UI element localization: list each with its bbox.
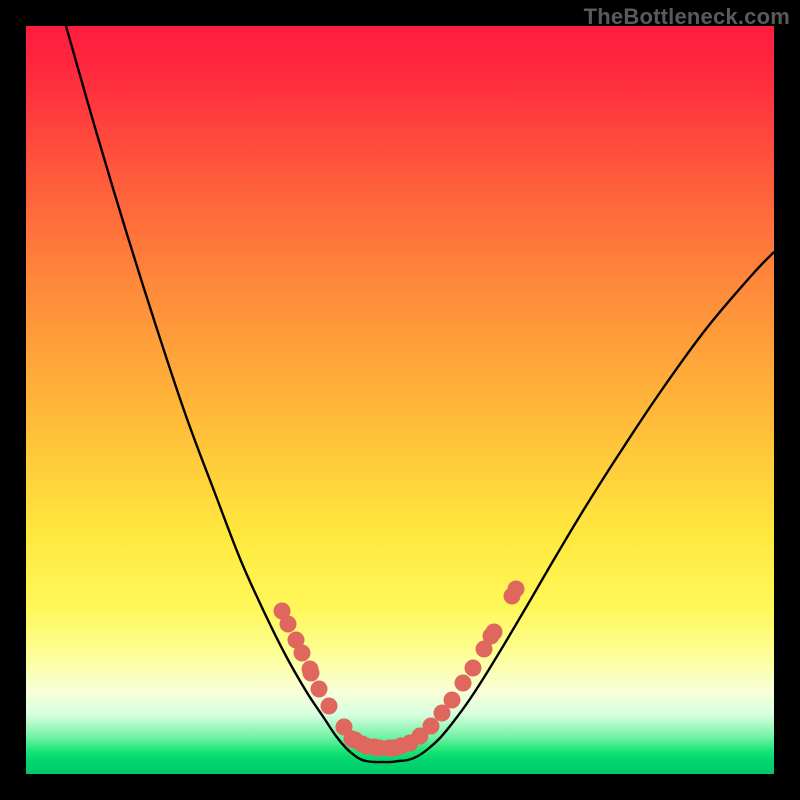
data-point (465, 660, 482, 677)
plot-svg (26, 26, 774, 774)
watermark-text: TheBottleneck.com (584, 4, 790, 30)
data-point (311, 681, 328, 698)
data-point (280, 616, 297, 633)
data-point (444, 692, 461, 709)
data-point (455, 675, 472, 692)
data-point (321, 698, 338, 715)
data-point (294, 645, 311, 662)
data-point (303, 665, 320, 682)
marker-group (274, 581, 525, 757)
chart-area (26, 26, 774, 774)
curve-left (66, 26, 398, 762)
data-point (486, 624, 503, 641)
data-point (508, 581, 525, 598)
data-point (423, 718, 440, 735)
curve-right (398, 252, 774, 761)
